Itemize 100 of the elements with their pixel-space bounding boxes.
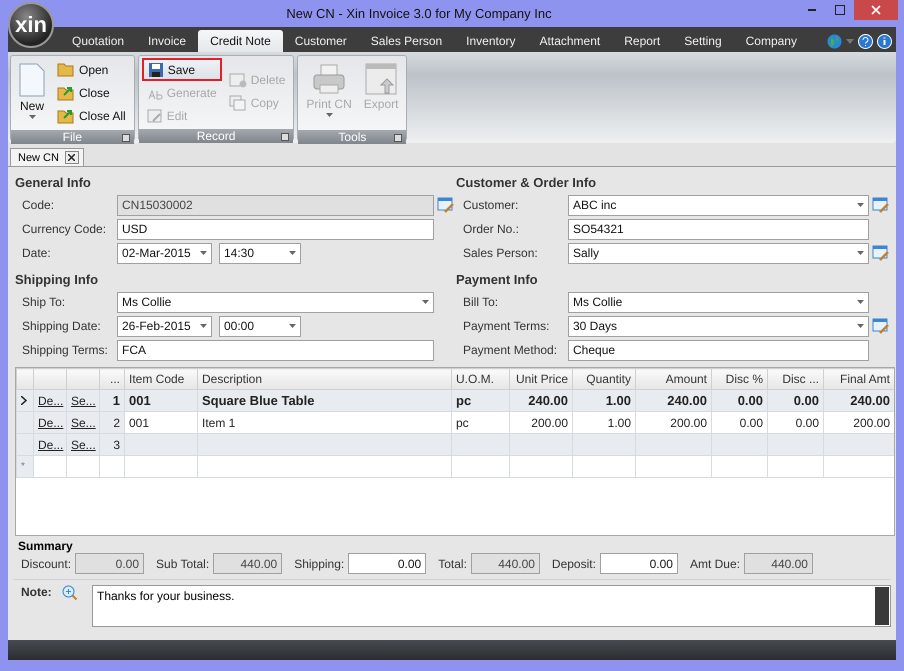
edit-form-icon — [872, 244, 890, 262]
minimize-icon — [808, 9, 816, 11]
close-tab-button[interactable] — [64, 151, 79, 164]
text-field[interactable]: USD — [117, 218, 434, 240]
amount-field[interactable]: 440.00 — [744, 553, 813, 574]
edit-form-icon — [872, 317, 890, 335]
dropdown-field[interactable]: Ms Collie — [568, 292, 869, 312]
note-field[interactable]: Thanks for your business. — [92, 585, 891, 627]
time-dropdown[interactable]: 00:00 — [219, 316, 301, 336]
column-header[interactable]: Final Amt — [824, 368, 894, 390]
text-field[interactable]: FCA — [117, 340, 434, 360]
dropdown-field[interactable]: 30 Days — [568, 316, 869, 336]
edit-icon — [146, 108, 163, 124]
info-icon[interactable] — [877, 34, 892, 48]
text-field[interactable]: CN15030002 — [117, 194, 434, 216]
document-tab[interactable]: New CN — [10, 148, 84, 166]
edit-form-button[interactable] — [872, 196, 890, 214]
field-label: Payment Method: — [463, 343, 558, 357]
date-dropdown[interactable]: 02-Mar-2015 — [117, 242, 212, 264]
amount-field[interactable]: 0.00 — [75, 553, 144, 574]
time-dropdown[interactable]: 14:30 — [219, 242, 301, 264]
scrollbar[interactable] — [875, 587, 889, 625]
dropdown-field[interactable]: Ms Collie — [117, 292, 434, 312]
amount-field[interactable]: 0.00 — [348, 553, 426, 574]
amount-field[interactable]: 440.00 — [213, 553, 282, 574]
edit-form-button[interactable] — [437, 196, 455, 214]
table-cell: Square Blue Table — [198, 390, 452, 412]
ribbon-button[interactable]: Open — [52, 58, 131, 81]
text-field[interactable]: Cheque — [568, 340, 869, 360]
menu-tab[interactable]: Company — [734, 30, 809, 52]
table-cell: Item 1 — [198, 412, 452, 434]
menu-tab[interactable]: Invoice — [136, 30, 198, 52]
field-label: Code: — [22, 198, 56, 212]
menu-tab[interactable]: Report — [612, 30, 672, 52]
app-logo: xin — [8, 2, 54, 48]
amount-field[interactable]: 440.00 — [470, 553, 540, 574]
ribbon-button[interactable]: Close All — [52, 104, 131, 127]
caret-icon[interactable] — [846, 38, 854, 44]
column-header[interactable]: Amount — [636, 368, 712, 390]
table-cell: pc — [452, 390, 510, 412]
zoom-icon[interactable] — [62, 585, 78, 601]
menu-tab[interactable]: Sales Person — [358, 30, 454, 52]
copy-icon — [228, 94, 247, 110]
help-icon[interactable] — [858, 34, 873, 48]
edit-form-icon — [872, 196, 890, 214]
menu-tab[interactable]: Attachment — [528, 30, 612, 52]
header-cell — [34, 368, 66, 390]
menu-tab[interactable]: Credit Note — [198, 30, 283, 52]
table-cell: 0.00 — [768, 412, 824, 434]
table-cell: 3 — [100, 434, 124, 456]
dropdown-field[interactable]: ABC inc — [568, 194, 869, 216]
printer-icon — [312, 63, 346, 95]
amount-field[interactable]: 0.00 — [600, 553, 678, 574]
text-field[interactable]: SO54321 — [568, 218, 869, 240]
column-header[interactable]: ... — [100, 368, 124, 390]
edit-form-button[interactable] — [872, 244, 890, 262]
globe-icon[interactable] — [827, 34, 842, 48]
column-header[interactable]: Disc % — [712, 368, 768, 390]
summary-label: Sub Total: — [156, 556, 210, 570]
folder-arrow-icon — [57, 84, 75, 100]
summary-label: Shipping: — [294, 556, 346, 570]
edit-form-button[interactable] — [872, 317, 890, 335]
field-label: Sales Person: — [463, 246, 539, 260]
ribbon-button[interactable]: Close — [52, 81, 131, 104]
column-header[interactable]: Disc ... — [768, 368, 824, 390]
ribbon-button[interactable]: New — [14, 58, 50, 128]
caret-icon — [857, 203, 864, 207]
launcher-icon[interactable] — [122, 134, 130, 142]
column-header[interactable]: Item Code — [124, 368, 198, 390]
note-text: Thanks for your business. — [97, 589, 234, 605]
row-header[interactable] — [16, 390, 34, 412]
caret-icon — [28, 115, 36, 119]
menu-tab[interactable]: Setting — [672, 30, 734, 52]
summary-label: Discount: — [21, 556, 72, 570]
menu-tab[interactable]: Inventory — [454, 30, 528, 52]
dropdown-field[interactable]: Sally — [568, 242, 869, 264]
close-button[interactable] — [854, 0, 898, 20]
table-cell: 1 — [100, 390, 124, 412]
launcher-icon[interactable] — [281, 133, 290, 141]
menu-tab[interactable]: Quotation — [60, 30, 136, 52]
summary-title: Summary — [18, 539, 74, 553]
note-label: Note: — [21, 585, 53, 599]
caret-icon — [857, 324, 864, 328]
header-cell — [16, 368, 34, 390]
ribbon-button[interactable]: Save — [142, 58, 222, 81]
menu-tab[interactable]: Customer — [282, 30, 359, 52]
column-header[interactable]: Unit Price — [510, 368, 572, 390]
field-label: Currency Code: — [22, 222, 108, 236]
table-cell: 200.00 — [824, 412, 894, 434]
column-header[interactable]: Quantity — [572, 368, 636, 390]
launcher-icon[interactable] — [394, 134, 402, 142]
maximize-icon — [835, 5, 845, 15]
table-cell: 200.00 — [510, 412, 572, 434]
section-title: Customer & Order Info — [456, 175, 598, 192]
column-header[interactable]: U.O.M. — [452, 368, 510, 390]
column-header[interactable]: Description — [198, 368, 452, 390]
section-title: General Info — [15, 175, 92, 192]
date-dropdown[interactable]: 26-Feb-2015 — [117, 316, 212, 336]
header-cell — [66, 368, 100, 390]
field-label: Shipping Date: — [22, 319, 102, 333]
